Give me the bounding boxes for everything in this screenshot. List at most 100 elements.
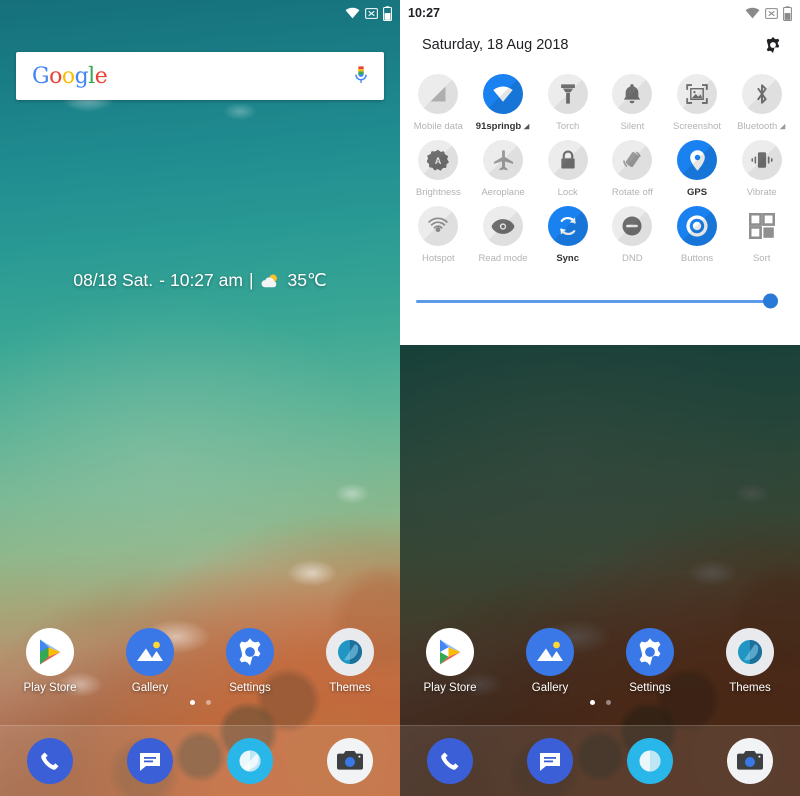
bluetooth-icon <box>741 74 782 114</box>
tile-dnd[interactable]: DND <box>600 206 665 264</box>
wifi-icon <box>483 74 523 114</box>
page-dot-active[interactable] <box>589 700 595 705</box>
tile-brightness[interactable]: A Brightness <box>406 140 471 198</box>
dock-item-phone[interactable] <box>400 738 500 784</box>
dock-item-camera[interactable] <box>300 738 400 784</box>
tile-label: Silent <box>620 121 645 132</box>
app-label: Settings <box>629 682 671 694</box>
airplane-icon <box>483 140 523 180</box>
tile-gps[interactable]: GPS <box>665 140 730 198</box>
date-label: Saturday, 18 Aug 2018 <box>422 37 569 53</box>
app-row: Play Store Gallery Settings Themes <box>0 628 400 694</box>
widget-date: 08/18 <box>73 270 118 290</box>
app-label: Settings <box>229 682 271 694</box>
buttons-icon <box>677 206 718 246</box>
tile-label-wrap: Bluetooth <box>737 121 786 132</box>
tile-vibrate[interactable]: Vibrate <box>729 140 794 198</box>
app-label: Gallery <box>131 682 169 694</box>
quick-settings-sheet: 10:27 Saturday, 18 Aug 2018 Mobile data … <box>400 0 800 345</box>
tile-label: GPS <box>686 187 708 198</box>
dock-item-phone[interactable] <box>0 738 100 784</box>
messages-icon <box>127 738 173 784</box>
sync-icon <box>547 206 588 246</box>
app-settings[interactable]: Settings <box>200 628 300 694</box>
tile-aeroplane[interactable]: Aeroplane <box>471 140 536 198</box>
tile-row: Mobile data 91springb Torch Silent Scree… <box>406 74 794 132</box>
tile-read-mode[interactable]: Read mode <box>471 206 536 264</box>
no-sim-icon <box>765 7 778 19</box>
app-label: Play Store <box>423 682 477 694</box>
clock-weather-widget[interactable]: 08/18 Sat. - 10:27 am | 35℃ <box>0 270 400 291</box>
tile-torch[interactable]: Torch <box>535 74 600 132</box>
page-dot-active[interactable] <box>189 700 195 705</box>
tile-hotspot[interactable]: Hotspot <box>406 206 471 264</box>
settings-gear-icon <box>226 628 274 676</box>
phone-icon <box>27 738 73 784</box>
dock-item-browser[interactable] <box>600 738 700 784</box>
page-dot[interactable] <box>605 700 611 705</box>
gallery-icon <box>126 628 174 676</box>
messages-icon <box>527 738 573 784</box>
play-store-icon <box>26 628 74 676</box>
tile-sync[interactable]: Sync <box>535 206 600 264</box>
dock-item-messages[interactable] <box>500 738 600 784</box>
widget-separator: | <box>248 270 254 290</box>
tile-silent[interactable]: Silent <box>600 74 665 132</box>
page-dot[interactable] <box>205 700 211 705</box>
tile-label: Bluetooth <box>737 121 778 132</box>
browser-icon <box>227 738 273 784</box>
dock-item-camera[interactable] <box>700 738 800 784</box>
tile-buttons[interactable]: Buttons <box>665 206 730 264</box>
themes-icon <box>326 628 374 676</box>
app-label: Gallery <box>531 682 569 694</box>
quick-settings-grid: Mobile data 91springb Torch Silent Scree… <box>400 64 800 264</box>
gear-icon[interactable] <box>764 36 782 54</box>
app-settings[interactable]: Settings <box>600 628 700 694</box>
app-themes[interactable]: Themes <box>700 628 800 694</box>
dock-dimmed <box>400 725 800 796</box>
brightness-slider-thumb[interactable] <box>762 293 778 309</box>
tile-bluetooth[interactable]: Bluetooth <box>729 74 794 132</box>
app-themes[interactable]: Themes <box>300 628 400 694</box>
tile-wifi[interactable]: 91springb <box>471 74 536 132</box>
tile-sort[interactable]: Sort <box>729 206 794 264</box>
widget-dash: - <box>159 270 165 290</box>
app-play-store[interactable]: Play Store <box>400 628 500 694</box>
tile-label: Read mode <box>478 253 528 264</box>
tile-rotate-off[interactable]: Rotate off <box>600 140 665 198</box>
tile-label: DND <box>622 253 643 264</box>
tile-label: Buttons <box>680 253 714 264</box>
google-search-bar[interactable]: Google <box>16 52 384 100</box>
tile-label: Sync <box>556 253 580 264</box>
tile-label: Mobile data <box>413 121 463 132</box>
app-label: Themes <box>729 682 771 694</box>
app-gallery[interactable]: Gallery <box>500 628 600 694</box>
dual-screenshot: Google 08/18 Sat. - 10:27 am | 35℃ Play … <box>0 0 800 796</box>
microphone-icon[interactable] <box>354 65 368 87</box>
rotate-icon <box>612 140 653 180</box>
app-gallery[interactable]: Gallery <box>100 628 200 694</box>
signal-indicator-icon <box>523 123 530 130</box>
location-pin-icon <box>677 140 718 180</box>
google-logo: Google <box>32 63 108 89</box>
tile-lock[interactable]: Lock <box>535 140 600 198</box>
tile-mobile-data[interactable]: Mobile data <box>406 74 471 132</box>
battery-icon <box>783 5 792 21</box>
eye-icon <box>483 206 523 246</box>
quick-settings-header: Saturday, 18 Aug 2018 <box>400 26 800 64</box>
dock-item-browser[interactable] <box>200 738 300 784</box>
brightness-slider[interactable] <box>416 293 778 309</box>
tile-screenshot[interactable]: Screenshot <box>665 74 730 132</box>
partly-cloudy-icon <box>261 274 277 287</box>
play-store-icon <box>426 628 474 676</box>
app-play-store[interactable]: Play Store <box>0 628 100 694</box>
tile-label: Torch <box>556 121 580 132</box>
tile-label: 91springb <box>475 121 522 132</box>
quick-settings-panel: Play Store Gallery Settings Themes 10:27… <box>400 0 800 796</box>
status-bar-icons <box>745 5 792 21</box>
wifi-icon <box>745 7 760 19</box>
tile-label: Hotspot <box>421 253 455 264</box>
status-bar <box>0 0 400 26</box>
dimmed-home-screen: Play Store Gallery Settings Themes <box>400 345 800 796</box>
dock-item-messages[interactable] <box>100 738 200 784</box>
